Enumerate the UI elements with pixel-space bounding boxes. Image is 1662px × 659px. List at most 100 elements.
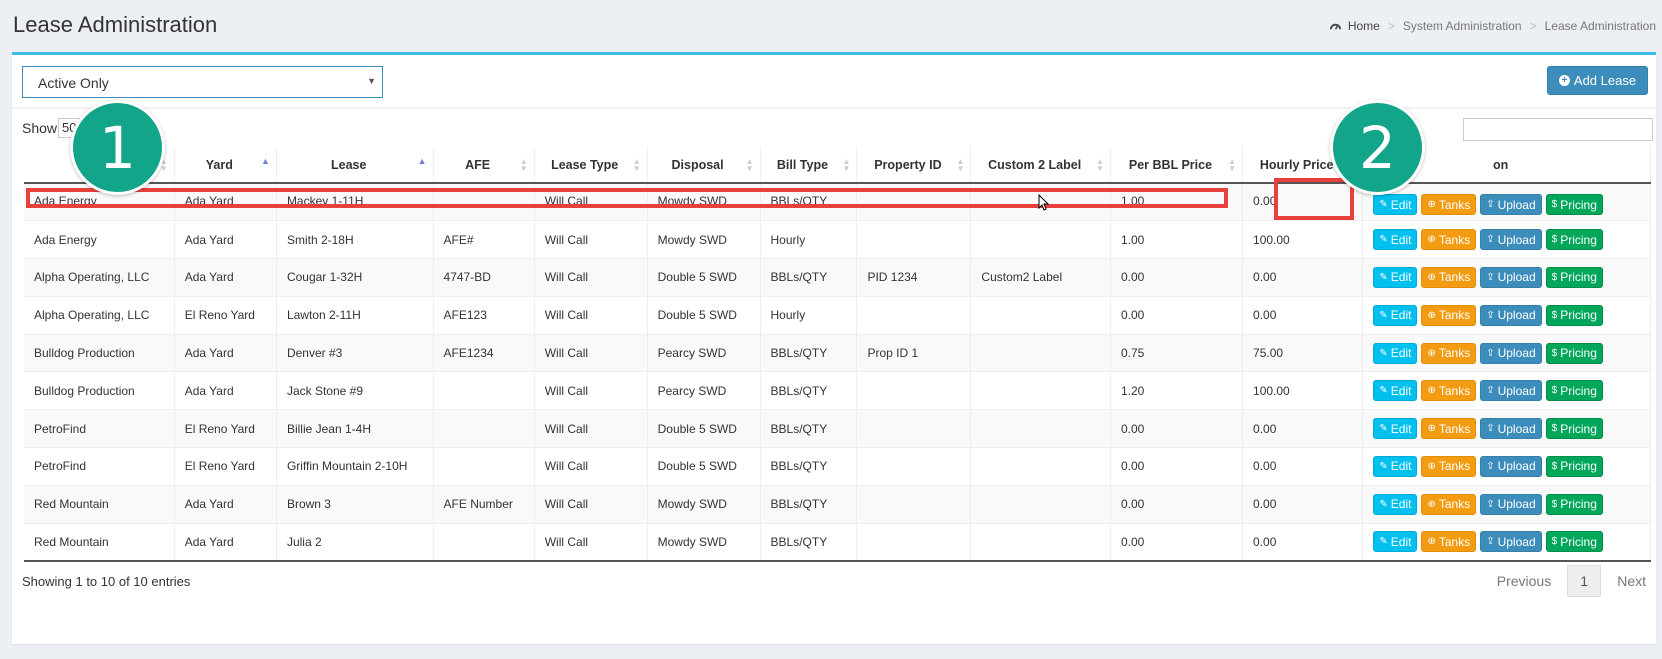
edit-button[interactable]: ✎ Edit <box>1373 194 1418 215</box>
upload-button[interactable]: ⇪ Upload <box>1480 418 1542 440</box>
tanks-button[interactable]: ⊕ Tanks <box>1421 266 1477 288</box>
row-actions: ✎ Edit ⊕ Tanks ⇪ Upload $ Pricing <box>1373 266 1640 288</box>
upload-button-label: Upload <box>1497 270 1536 285</box>
edit-button[interactable]: ✎ Edit <box>1373 266 1418 288</box>
upload-icon: ⇪ <box>1486 309 1495 321</box>
column-header-disposal[interactable]: Disposal ▲ ▼ <box>647 147 761 184</box>
upload-button-label: Upload <box>1497 308 1536 323</box>
table-cell-custom-2-label <box>970 371 1111 410</box>
breadcrumb-system-administration[interactable]: System Administration <box>1403 19 1522 33</box>
table-cell-per-bbl-price: 0.00 <box>1110 484 1244 524</box>
column-header-property-id[interactable]: Property ID ▲ ▼ <box>856 147 972 184</box>
edit-button-label: Edit <box>1390 270 1412 285</box>
table-cell-company: PetroFind <box>24 447 175 486</box>
column-header-lease[interactable]: Lease ▲ <box>276 147 434 184</box>
next-button[interactable]: Next <box>1617 573 1646 589</box>
tanks-button[interactable]: ⊕ Tanks <box>1421 194 1477 215</box>
upload-icon: ⇪ <box>1486 536 1495 548</box>
column-header-bill-type[interactable]: Bill Type ▲ ▼ <box>760 147 858 184</box>
breadcrumb-current: Lease Administration <box>1544 19 1656 33</box>
edit-button[interactable]: ✎ Edit <box>1373 418 1418 440</box>
page-1-button[interactable]: 1 <box>1567 565 1602 597</box>
upload-button[interactable]: ⇪ Upload <box>1480 342 1542 364</box>
edit-icon: ✎ <box>1379 536 1388 548</box>
pricing-button[interactable]: $ Pricing <box>1545 531 1603 553</box>
row-actions: ✎ Edit ⊕ Tanks ⇪ Upload $ Pricing <box>1373 342 1640 364</box>
pricing-button[interactable]: $ Pricing <box>1545 493 1603 515</box>
table-cell-hourly-price: 0.00 <box>1242 484 1364 524</box>
upload-button[interactable]: ⇪ Upload <box>1480 380 1542 402</box>
table-cell-disposal: Double 5 SWD <box>647 447 761 486</box>
edit-button[interactable]: ✎ Edit <box>1373 531 1418 553</box>
breadcrumb: Home > System Administration > Lease Adm… <box>1329 19 1656 33</box>
upload-button[interactable]: ⇪ Upload <box>1480 229 1542 251</box>
plus-circle-icon: ⊕ <box>1427 423 1436 435</box>
column-header-lease-type[interactable]: Lease Type ▲ ▼ <box>534 147 648 184</box>
chevron-down-icon: ▼ <box>367 76 376 86</box>
table-cell-yard: Ada Yard <box>174 484 277 524</box>
table-cell-hourly-price: 0.00 <box>1242 447 1364 486</box>
tanks-button-label: Tanks <box>1438 308 1471 323</box>
pricing-button[interactable]: $ Pricing <box>1545 418 1603 440</box>
table-cell-lease-type: Will Call <box>534 333 648 372</box>
table-cell-custom-2-label <box>970 220 1111 259</box>
table-cell-company: Alpha Operating, LLC <box>24 295 175 335</box>
edit-button[interactable]: ✎ Edit <box>1373 342 1418 364</box>
upload-button[interactable]: ⇪ Upload <box>1480 194 1542 215</box>
tanks-button[interactable]: ⊕ Tanks <box>1421 455 1477 477</box>
edit-button[interactable]: ✎ Edit <box>1373 493 1418 515</box>
edit-button[interactable]: ✎ Edit <box>1373 229 1418 251</box>
column-header-label: Bill Type <box>776 157 829 172</box>
edit-button[interactable]: ✎ Edit <box>1373 304 1418 326</box>
pricing-button[interactable]: $ Pricing <box>1545 266 1603 288</box>
upload-button[interactable]: ⇪ Upload <box>1480 266 1542 288</box>
table-cell-custom-2-label <box>970 295 1111 335</box>
sort-icon: ▲▼ <box>519 157 528 173</box>
edit-button[interactable]: ✎ Edit <box>1373 455 1418 477</box>
search-input[interactable] <box>1463 118 1653 141</box>
upload-button[interactable]: ⇪ Upload <box>1480 531 1542 553</box>
plus-circle-icon: ⊕ <box>1427 460 1436 472</box>
tanks-button[interactable]: ⊕ Tanks <box>1421 493 1477 515</box>
pricing-button[interactable]: $ Pricing <box>1545 342 1603 364</box>
tanks-button[interactable]: ⊕ Tanks <box>1421 418 1477 440</box>
sort-asc-icon: ▲ <box>417 156 427 166</box>
tanks-button[interactable]: ⊕ Tanks <box>1421 229 1477 251</box>
table-cell-action: ✎ Edit ⊕ Tanks ⇪ Upload $ Pricing <box>1362 371 1651 410</box>
sort-icon: ▲▼ <box>1096 157 1104 173</box>
add-lease-button[interactable]: + Add Lease <box>1547 66 1648 95</box>
pricing-button[interactable]: $ Pricing <box>1545 455 1603 477</box>
table-cell-yard: Ada Yard <box>174 371 277 410</box>
dollar-icon: $ <box>1551 309 1558 321</box>
upload-button[interactable]: ⇪ Upload <box>1480 304 1542 326</box>
tanks-button[interactable]: ⊕ Tanks <box>1421 380 1477 402</box>
status-filter-select[interactable]: Active Only ▼ <box>22 66 383 98</box>
table-cell-action: ✎ Edit ⊕ Tanks ⇪ Upload $ Pricing <box>1362 258 1651 297</box>
edit-button-label: Edit <box>1390 232 1412 247</box>
previous-button[interactable]: Previous <box>1497 573 1551 589</box>
tanks-button[interactable]: ⊕ Tanks <box>1421 531 1477 553</box>
column-header-label: AFE <box>465 157 491 172</box>
column-header-yard[interactable]: Yard ▲ <box>174 147 277 184</box>
table-cell-property-id <box>856 447 972 486</box>
pricing-button[interactable]: $ Pricing <box>1545 380 1603 402</box>
pricing-button[interactable]: $ Pricing <box>1545 304 1603 326</box>
column-header-per-bbl-price[interactable]: Per BBL Price ▲ ▼ <box>1110 147 1244 184</box>
breadcrumb-home[interactable]: Home <box>1329 19 1380 33</box>
tanks-button[interactable]: ⊕ Tanks <box>1421 304 1477 326</box>
breadcrumb-home-label[interactable]: Home <box>1348 19 1380 33</box>
edit-button[interactable]: ✎ Edit <box>1373 380 1418 402</box>
pricing-button-label: Pricing <box>1560 197 1597 212</box>
pricing-button[interactable]: $ Pricing <box>1545 229 1603 251</box>
table-cell-yard: Ada Yard <box>174 258 277 297</box>
column-header-custom-2-label[interactable]: Custom 2 Label ▲ ▼ <box>970 147 1111 184</box>
table-cell-lease-type: Will Call <box>534 447 648 486</box>
column-header-afe[interactable]: AFE ▲ ▼ <box>433 147 535 184</box>
table-cell-lease: Denver #3 <box>276 333 434 372</box>
pricing-button[interactable]: $ Pricing <box>1545 194 1603 215</box>
table-cell-company: Red Mountain <box>24 484 175 524</box>
upload-button[interactable]: ⇪ Upload <box>1480 493 1542 515</box>
upload-button[interactable]: ⇪ Upload <box>1480 455 1542 477</box>
tanks-button[interactable]: ⊕ Tanks <box>1421 342 1477 364</box>
upload-icon: ⇪ <box>1486 460 1495 472</box>
